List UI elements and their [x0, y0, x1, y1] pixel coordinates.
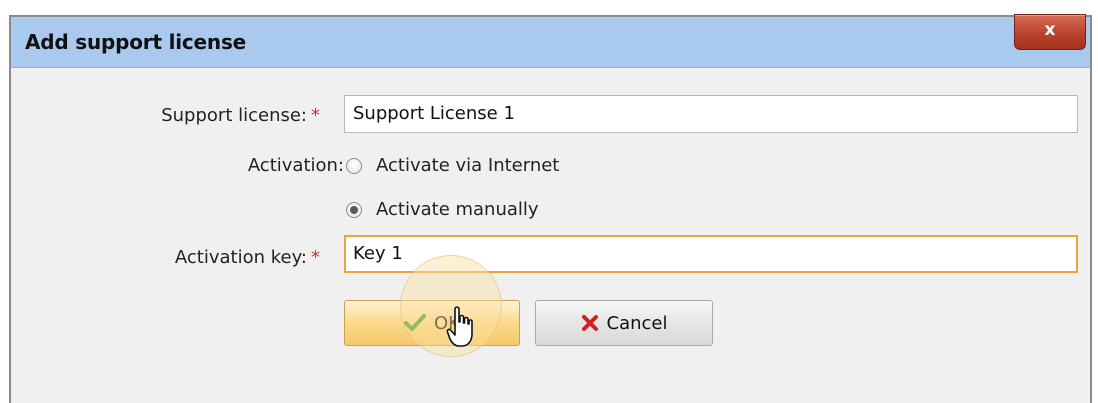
support-license-input[interactable]: Support License 1: [344, 95, 1078, 133]
cancel-button[interactable]: Cancel: [535, 300, 713, 346]
activation-key-label: Activation key: *: [175, 247, 320, 268]
x-mark-icon: [581, 315, 598, 331]
support-license-label-text: Support license:: [161, 105, 307, 126]
radio-manual[interactable]: [346, 202, 362, 218]
required-marker: *: [311, 247, 320, 268]
support-license-label: Support license: *: [161, 105, 320, 126]
dialog-title: Add support license: [25, 30, 247, 54]
radio-internet[interactable]: [346, 158, 362, 174]
ok-button[interactable]: OK: [344, 300, 520, 346]
cancel-button-content: Cancel: [536, 313, 712, 334]
close-button[interactable]: x: [1014, 14, 1086, 50]
checkmark-icon: [404, 314, 426, 331]
activation-key-label-text: Activation key:: [174, 247, 307, 268]
dialog-titlebar: Add support license x: [11, 14, 1090, 68]
radio-selected-dot: [350, 206, 358, 214]
add-support-license-dialog: Add support license x Support license: * …: [9, 14, 1092, 403]
ok-button-label: OK: [434, 313, 460, 334]
ok-button-content: OK: [345, 313, 519, 334]
activation-option-manual-label: Activate manually: [376, 199, 539, 220]
required-marker: *: [311, 105, 320, 126]
activation-label: Activation:: [247, 155, 344, 176]
activation-key-input[interactable]: Key 1: [344, 235, 1078, 273]
cancel-button-label: Cancel: [606, 313, 668, 334]
activation-option-internet-label: Activate via Internet: [376, 155, 560, 176]
close-icon: x: [1044, 20, 1056, 40]
